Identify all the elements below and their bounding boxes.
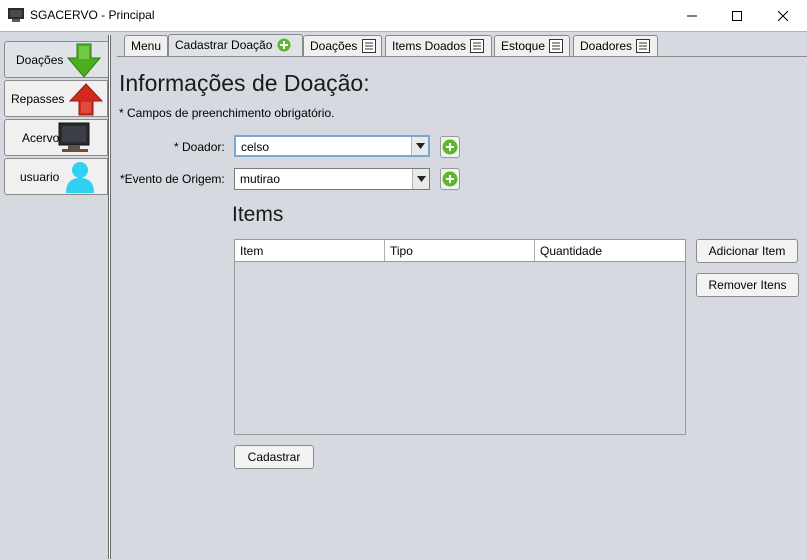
title-bar: SGACERVO - Principal [0, 0, 807, 31]
minimize-icon [687, 15, 697, 16]
app-computer-icon [8, 8, 24, 22]
maximize-icon [732, 10, 742, 21]
add-circle-icon [442, 139, 458, 155]
column-header-item[interactable]: Item [235, 240, 385, 261]
window-title: SGACERVO - Principal [30, 8, 155, 22]
green-down-arrow-icon [67, 43, 101, 78]
tab-label: Menu [131, 39, 162, 53]
add-evento-button[interactable] [440, 168, 460, 190]
red-up-arrow-icon [69, 83, 103, 116]
required-fields-note: * Campos de preenchimento obrigatório. [119, 106, 335, 120]
page-title: Informações de Doação: [119, 70, 370, 96]
column-header-quantidade[interactable]: Quantidade [535, 240, 685, 261]
tabs-baseline [117, 56, 807, 57]
tab-label: Doadores [580, 39, 633, 53]
side-tab-usuario[interactable]: usuario [4, 158, 108, 195]
tab-label: Doações [310, 39, 358, 53]
tab-cadastrar-doacao[interactable]: Cadastrar Doação [168, 34, 303, 57]
list-icon [470, 39, 485, 53]
evento-origem-label: *Evento de Origem: [120, 172, 225, 186]
list-icon [636, 39, 651, 53]
minimize-button[interactable] [669, 0, 715, 31]
remove-items-button[interactable]: Remover Itens [696, 273, 799, 297]
tab-label: Cadastrar Doação [175, 38, 273, 52]
add-item-button[interactable]: Adicionar Item [696, 239, 798, 263]
side-tab-label: Doações [16, 53, 64, 67]
tab-label: Items Doados [392, 39, 467, 53]
side-tab-acervo[interactable]: Acervo [4, 119, 108, 156]
doador-value: celso [241, 140, 270, 154]
side-tab-label: usuario [20, 170, 60, 184]
doador-combobox[interactable]: celso [234, 135, 430, 157]
doador-label: * Doador: [174, 140, 225, 154]
side-tab-doacoes[interactable]: Doações [4, 41, 108, 78]
user-icon [66, 162, 94, 193]
side-tab-label: Repasses [11, 92, 65, 106]
chevron-down-icon[interactable] [412, 169, 429, 189]
items-section-title: Items [232, 203, 284, 226]
tab-items-doados[interactable]: Items Doados [385, 35, 492, 56]
close-icon [778, 10, 788, 21]
add-circle-icon [277, 38, 291, 52]
evento-origem-value: mutirao [240, 172, 281, 186]
tab-menu[interactable]: Menu [124, 35, 168, 56]
tab-estoque[interactable]: Estoque [494, 35, 570, 56]
column-header-tipo[interactable]: Tipo [385, 240, 535, 261]
chevron-down-icon[interactable] [411, 137, 428, 155]
tab-doadores[interactable]: Doadores [573, 35, 658, 56]
evento-origem-combobox[interactable]: mutirao [234, 168, 430, 190]
cadastrar-button[interactable]: Cadastrar [234, 445, 314, 469]
list-icon [361, 39, 376, 53]
close-button[interactable] [760, 0, 806, 31]
list-icon [549, 39, 564, 53]
side-tab-repasses[interactable]: Repasses [4, 80, 108, 117]
items-table[interactable]: Item Tipo Quantidade [234, 239, 686, 435]
add-circle-icon [442, 171, 458, 187]
tab-doacoes[interactable]: Doações [303, 35, 382, 56]
side-tabs-separator [108, 35, 111, 559]
tab-label: Estoque [501, 39, 546, 53]
maximize-button[interactable] [714, 0, 760, 31]
side-tab-label: Acervo [22, 131, 60, 145]
add-doador-button[interactable] [440, 136, 460, 158]
computer-icon [58, 122, 90, 152]
items-table-header: Item Tipo Quantidade [235, 240, 685, 262]
